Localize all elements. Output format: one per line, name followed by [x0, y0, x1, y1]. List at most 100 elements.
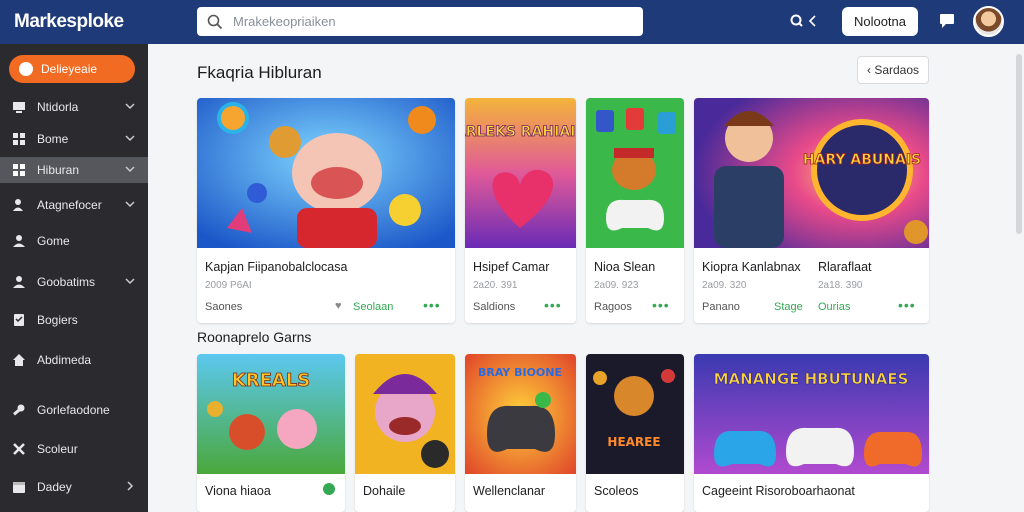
card-meta: Saones: [205, 301, 243, 313]
search-toggle-icon[interactable]: [789, 13, 805, 29]
card-title: Wellenclanar: [473, 484, 546, 498]
heart-icon[interactable]: ♥: [335, 300, 342, 312]
sidebar-item-label: Gome: [37, 234, 70, 248]
sort-label: Sardaos: [874, 63, 920, 77]
game-card[interactable]: BRAY BIOONE Wellenclanar: [465, 354, 576, 512]
categories-icon: [19, 62, 33, 76]
sidebar-item-ntidorla[interactable]: Ntidorla: [0, 94, 148, 120]
card-meta: Panano: [702, 301, 740, 313]
card-title: Nioa Slean: [594, 260, 656, 274]
sidebar-item-atagnefocer[interactable]: Atagnefocer: [0, 192, 148, 218]
card-title: Viona hiaoa: [205, 484, 271, 498]
card-title: Cageeint Risoroboarhaonat: [702, 484, 855, 498]
search-bar[interactable]: [197, 7, 643, 36]
banner-text: HARY ABUNAIS: [803, 152, 921, 168]
sidebar-primary-button[interactable]: Delieyeaie: [9, 55, 135, 83]
game-thumbnail: HARY ABUNAIS: [694, 98, 929, 248]
sidebar-item-label: Hiburan: [37, 163, 80, 177]
sidebar: Delieyeaie Ntidorla Bome Hiburan Atagnef…: [0, 44, 148, 512]
section-title: Roonaprelo Garns: [197, 329, 312, 345]
card-tag: Stage: [774, 301, 803, 313]
person-icon: [13, 276, 25, 288]
sort-button[interactable]: ‹ Sardaos: [857, 56, 929, 84]
more-options-icon[interactable]: •••: [898, 297, 916, 313]
sidebar-item-bome[interactable]: Bome: [0, 126, 148, 152]
sidebar-item-label: Gorlefaodone: [37, 403, 110, 417]
card-title: Kiopra Kanlabnax: [702, 260, 801, 274]
person-icon: [13, 235, 25, 247]
game-card[interactable]: HEAREE Scoleos: [586, 354, 684, 512]
card-meta: Saldions: [473, 301, 516, 313]
more-options-icon[interactable]: •••: [544, 297, 562, 313]
chevron-down-icon: [125, 103, 135, 110]
game-thumbnail: HEAREE: [586, 354, 684, 474]
sidebar-item-label: Bogiers: [37, 313, 78, 327]
game-thumbnail: KREALS: [197, 354, 345, 474]
game-card[interactable]: HARLEKS RAHIAIUS Hsipef Camar 2a20. 391 …: [465, 98, 576, 323]
sidebar-item-hiburan[interactable]: Hiburan: [0, 157, 148, 183]
card-meta: Ragoos: [594, 301, 632, 313]
sidebar-item-abdimeda[interactable]: Abdimeda: [0, 347, 148, 373]
banner-text: BRAY BIOONE: [478, 366, 562, 379]
game-thumbnail: [355, 354, 455, 474]
sidebar-item-label: Goobatims: [37, 275, 96, 289]
tv-icon: [13, 102, 25, 113]
sidebar-item-gorlefaodone[interactable]: Gorlefaodone: [0, 397, 148, 423]
card-subtitle: 2a18. 390: [818, 280, 863, 291]
user-plus-icon: [13, 199, 23, 211]
verified-icon: [323, 483, 335, 495]
bookmark-icon: [14, 314, 24, 326]
chat-icon[interactable]: [939, 12, 957, 30]
sidebar-item-scoleur[interactable]: Scoleur: [0, 436, 148, 462]
game-thumbnail: HARLEKS RAHIAIUS: [465, 98, 576, 248]
sidebar-item-gome[interactable]: Gome: [0, 228, 148, 254]
card-subtitle: 2a09. 320: [702, 280, 747, 291]
wrench-icon: [13, 404, 25, 416]
section-title: Fkaqria Hibluran: [197, 63, 322, 82]
more-options-icon[interactable]: •••: [423, 297, 441, 313]
card-title: Rlaraflaat: [818, 260, 872, 274]
card-title: Kapjan Fiipanobalclocasa: [205, 260, 348, 274]
chevron-down-icon: [125, 166, 135, 173]
game-card[interactable]: KREALS Viona hiaoa: [197, 354, 345, 512]
search-icon: [207, 14, 223, 29]
chevron-down-icon: [125, 278, 135, 285]
sidebar-item-goobatims[interactable]: Goobatims: [0, 269, 148, 295]
tools-icon: [13, 443, 25, 455]
sidebar-item-label: Abdimeda: [37, 353, 92, 367]
card-title: Scoleos: [594, 484, 639, 498]
sidebar-item-label: Ntidorla: [37, 100, 79, 114]
banner-text: HEAREE: [607, 435, 660, 449]
game-card[interactable]: Nioa Slean 2a09. 923 Ragoos •••: [586, 98, 684, 323]
chevron-down-icon: [125, 201, 135, 208]
grid-icon: [13, 133, 25, 145]
scrollbar[interactable]: [1016, 54, 1022, 234]
game-card[interactable]: MANANGE HBUTUNAES Cageeint Risoroboarhao…: [694, 354, 929, 512]
app-logo[interactable]: Markesploke: [14, 11, 124, 33]
card-title: Hsipef Camar: [473, 260, 550, 274]
banner-text: MANANGE HBUTUNAES: [714, 370, 909, 388]
sidebar-item-label: Dadey: [37, 480, 72, 494]
card-tag: Ourias: [818, 301, 851, 313]
calendar-icon: [13, 482, 25, 493]
chevron-down-icon: [125, 135, 135, 142]
more-options-icon[interactable]: •••: [652, 297, 670, 313]
game-card[interactable]: Dohaile: [355, 354, 455, 512]
sidebar-item-bogiers[interactable]: Bogiers: [0, 307, 148, 333]
game-thumbnail: MANANGE HBUTUNAES: [694, 354, 929, 474]
chevron-right-icon: [127, 481, 134, 491]
login-button[interactable]: Nolootna: [842, 7, 918, 36]
chevron-left-icon[interactable]: [808, 15, 818, 27]
game-thumbnail: [197, 98, 455, 248]
search-input[interactable]: [233, 14, 613, 29]
user-avatar[interactable]: [973, 6, 1004, 37]
sidebar-item-label: Scoleur: [37, 442, 78, 456]
home-icon: [13, 354, 25, 366]
game-card[interactable]: Kapjan Fiipanobalclocasa 2009 P6AI Saone…: [197, 98, 455, 323]
game-thumbnail: [586, 98, 684, 248]
card-tag: Seolaan: [353, 301, 394, 313]
game-card[interactable]: HARY ABUNAIS Kiopra Kanlabnax 2a09. 320 …: [694, 98, 929, 323]
sidebar-item-dadey[interactable]: Dadey: [0, 474, 148, 500]
banner-text: KREALS: [232, 370, 310, 391]
sidebar-item-label: Atagnefocer: [37, 198, 102, 212]
